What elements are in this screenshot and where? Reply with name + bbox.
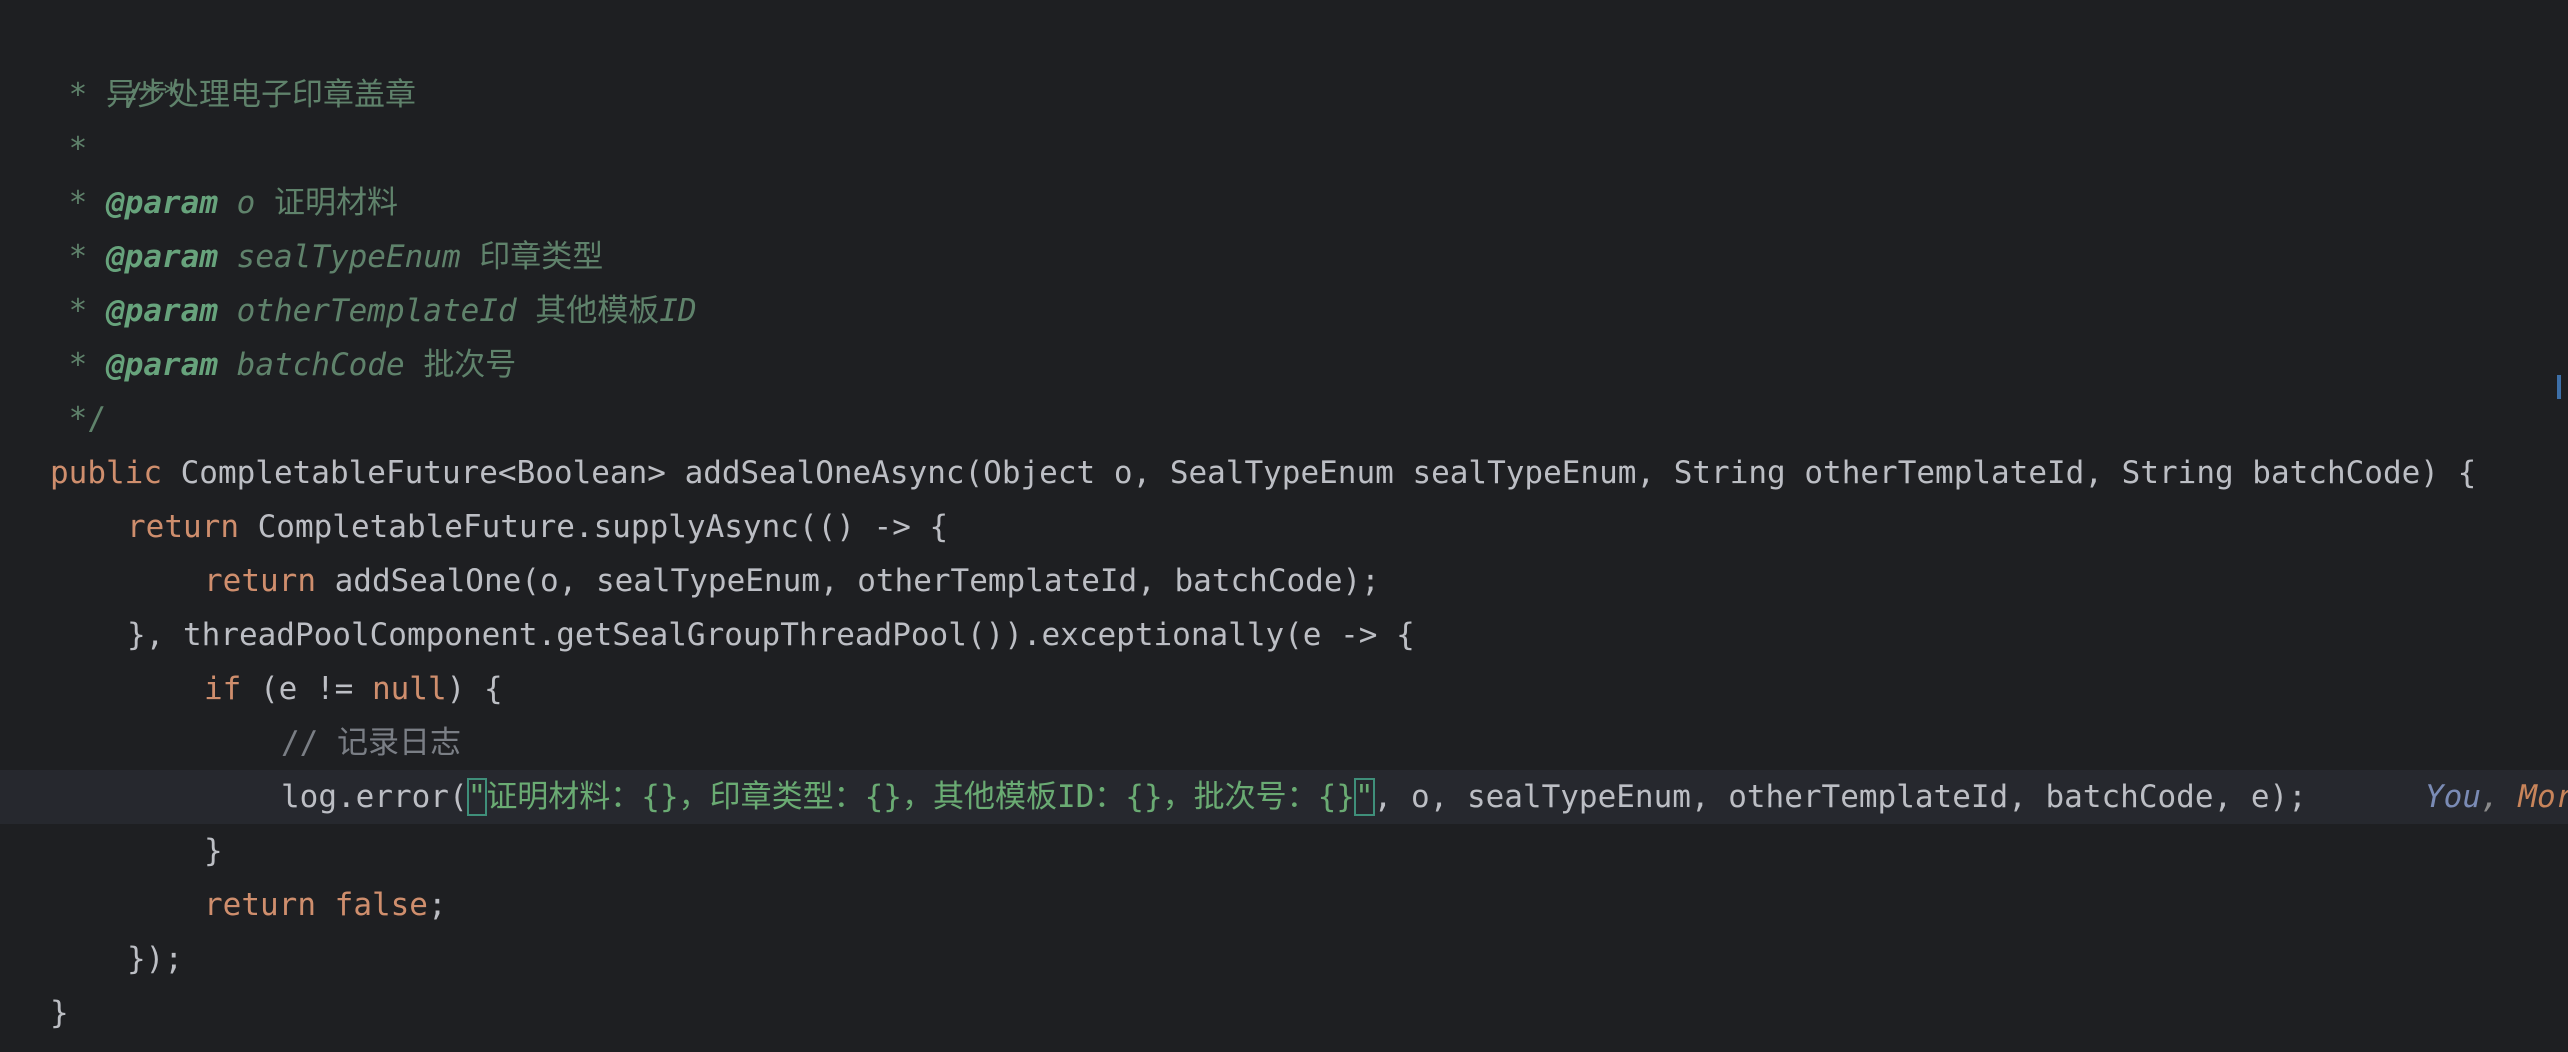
code-text: ) { <box>446 671 503 707</box>
javadoc-star: * <box>50 239 106 275</box>
javadoc-star: * <box>50 293 106 329</box>
string-open-quote: " <box>466 778 488 816</box>
git-blame-inlay[interactable]: You, Mor <box>2425 770 2568 824</box>
code-line-1[interactable]: /** <box>0 14 2568 113</box>
javadoc-close: */ <box>50 401 106 437</box>
code-text: addSealOne(o, sealTypeEnum, otherTemplat… <box>315 563 1380 599</box>
code-text: }); <box>127 941 183 977</box>
blame-author: You <box>2425 779 2481 815</box>
javadoc-star: * <box>50 131 88 167</box>
string-literal: 证明材料：{}，印章类型：{}，其他模板ID：{}，批次号：{} <box>486 779 1355 815</box>
code-line-14[interactable]: // 记录日志 <box>0 716 2568 770</box>
code-line-18[interactable]: }); <box>0 932 2568 986</box>
keyword-return: return <box>127 509 239 545</box>
blame-separator: , <box>2481 779 2500 815</box>
keyword-if: if <box>204 671 242 707</box>
blame-more: Mor <box>2499 779 2568 815</box>
javadoc-param-name: sealTypeEnum <box>236 239 461 275</box>
javadoc-param-desc-suffix: ID <box>659 293 697 329</box>
code-line-19[interactable]: } <box>0 986 2568 1040</box>
javadoc-summary: 异步处理电子印章盖章 <box>106 77 416 113</box>
keyword-false: false <box>334 887 428 923</box>
javadoc-star: * <box>50 77 106 113</box>
method-signature: CompletableFuture<Boolean> addSealOneAsy… <box>161 455 2477 491</box>
code-text: }, threadPoolComponent.getSealGroupThrea… <box>127 617 1415 653</box>
code-line-9[interactable]: public CompletableFuture<Boolean> addSea… <box>0 446 2568 500</box>
keyword-null: null <box>371 671 447 707</box>
code-line-7[interactable]: * @param batchCode 批次号 <box>0 338 2568 392</box>
code-text: ; <box>427 887 447 923</box>
code-text: } <box>50 995 69 1031</box>
code-line-2[interactable]: * 异步处理电子印章盖章 <box>0 68 2568 122</box>
javadoc-star: * <box>50 347 106 383</box>
javadoc-star: * <box>50 185 106 221</box>
code-text: CompletableFuture.supplyAsync(() -> { <box>238 509 949 545</box>
code-line-8[interactable]: */ <box>0 392 2568 446</box>
javadoc-param-name: otherTemplateId <box>236 293 517 329</box>
javadoc-param-desc: 批次号 <box>423 347 517 383</box>
code-line-6[interactable]: * @param otherTemplateId 其他模板ID <box>0 284 2568 338</box>
code-editor[interactable]: /** * 异步处理电子印章盖章 * * @param o 证明材料 * @pa… <box>0 0 2568 1052</box>
javadoc-param-tag: @param <box>106 347 218 383</box>
javadoc-param-name: o <box>236 185 256 221</box>
keyword-return: return <box>204 563 316 599</box>
code-text: (e != <box>241 671 372 707</box>
code-line-11[interactable]: return addSealOne(o, sealTypeEnum, other… <box>0 554 2568 608</box>
scrollbar-change-marker[interactable] <box>2557 375 2561 399</box>
code-line-10[interactable]: return CompletableFuture.supplyAsync(() … <box>0 500 2568 554</box>
code-line-12[interactable]: }, threadPoolComponent.getSealGroupThrea… <box>0 608 2568 662</box>
keyword-public: public <box>50 455 162 491</box>
code-line-13[interactable]: if (e != null) { <box>0 662 2568 716</box>
code-text: } <box>204 833 223 869</box>
javadoc-param-tag: @param <box>106 239 218 275</box>
code-line-15-current[interactable]: log.error("证明材料：{}，印章类型：{}，其他模板ID：{}，批次号… <box>0 770 2568 824</box>
javadoc-param-tag: @param <box>106 293 218 329</box>
code-text: , o, sealTypeEnum, otherTemplateId, batc… <box>1373 779 2307 815</box>
javadoc-param-tag: @param <box>106 185 218 221</box>
string-close-quote: " <box>1353 778 1375 816</box>
code-line-5[interactable]: * @param sealTypeEnum 印章类型 <box>0 230 2568 284</box>
code-line-17[interactable]: return false; <box>0 878 2568 932</box>
keyword-return: return <box>204 887 316 923</box>
line-comment: // 记录日志 <box>281 725 461 761</box>
code-line-4[interactable]: * @param o 证明材料 <box>0 176 2568 230</box>
javadoc-param-desc: 印章类型 <box>479 239 604 275</box>
javadoc-param-desc: 其他模板 <box>535 293 660 329</box>
code-line-16[interactable]: } <box>0 824 2568 878</box>
code-line-3[interactable]: * <box>0 122 2568 176</box>
javadoc-param-desc: 证明材料 <box>274 185 398 221</box>
code-text: log.error( <box>281 779 468 815</box>
javadoc-param-name: batchCode <box>236 347 405 383</box>
